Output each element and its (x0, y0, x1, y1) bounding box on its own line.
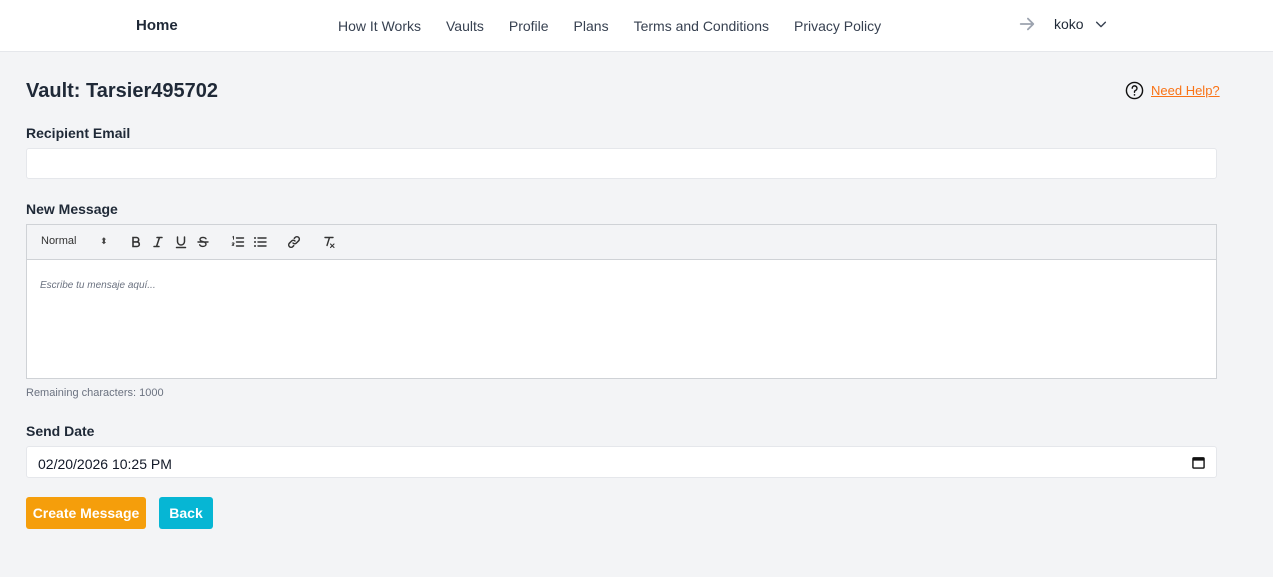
nav-plans[interactable]: Plans (574, 18, 609, 34)
clear-format-button[interactable] (322, 235, 336, 252)
back-button[interactable]: Back (159, 497, 213, 529)
ordered-list-icon (231, 235, 245, 247)
create-message-button[interactable]: Create Message (26, 497, 146, 529)
recipient-email-input[interactable] (26, 148, 1217, 179)
strikethrough-icon (197, 236, 209, 248)
arrow-right-icon[interactable] (1018, 15, 1036, 33)
strikethrough-button[interactable] (196, 235, 210, 252)
link-button[interactable] (287, 235, 301, 252)
link-icon (288, 236, 300, 248)
remaining-characters: Remaining characters: 1000 (26, 387, 164, 399)
recipient-email-label: Recipient Email (26, 125, 131, 141)
ordered-list-button[interactable] (231, 235, 245, 252)
calendar-icon[interactable] (1192, 456, 1205, 469)
underline-button[interactable] (174, 235, 188, 252)
nav-profile[interactable]: Profile (509, 18, 549, 34)
nav-links: How It Works Vaults Profile Plans Terms … (338, 18, 906, 34)
nav-how-it-works[interactable]: How It Works (338, 18, 421, 34)
new-message-label: New Message (26, 201, 118, 217)
select-arrows-icon[interactable]: ⬍ (100, 236, 108, 247)
bullet-list-icon (254, 237, 267, 247)
nav-home-link[interactable]: Home (136, 17, 178, 34)
bold-icon (132, 236, 141, 248)
help-area: Need Help? (1125, 81, 1220, 100)
need-help-link[interactable]: Need Help? (1151, 83, 1220, 98)
editor-toolbar: Normal ⬍ (27, 225, 1216, 260)
message-editor: Normal ⬍ Escribe tu mensaje aquí... (26, 224, 1217, 379)
chevron-down-icon[interactable] (1094, 17, 1108, 31)
top-navbar: Home How It Works Vaults Profile Plans T… (0, 0, 1273, 52)
question-circle-icon (1125, 81, 1144, 100)
page-title: Vault: Tarsier495702 (26, 80, 218, 102)
bullet-list-button[interactable] (253, 235, 267, 252)
nav-vaults[interactable]: Vaults (446, 18, 484, 34)
underline-icon (175, 236, 187, 249)
bold-button[interactable] (129, 235, 143, 252)
nav-privacy[interactable]: Privacy Policy (794, 18, 881, 34)
send-date-label: Send Date (26, 423, 95, 439)
user-menu[interactable]: koko (1018, 15, 1108, 33)
username-label[interactable]: koko (1054, 16, 1084, 32)
clear-format-icon (324, 236, 335, 249)
editor-content[interactable]: Escribe tu mensaje aquí... (40, 280, 156, 291)
send-date-input[interactable]: 02/20/2026 10:25 PM (26, 446, 1217, 478)
nav-terms[interactable]: Terms and Conditions (634, 18, 769, 34)
italic-button[interactable] (151, 235, 165, 252)
send-date-value[interactable]: 02/20/2026 10:25 PM (38, 456, 172, 472)
italic-icon (153, 236, 163, 248)
